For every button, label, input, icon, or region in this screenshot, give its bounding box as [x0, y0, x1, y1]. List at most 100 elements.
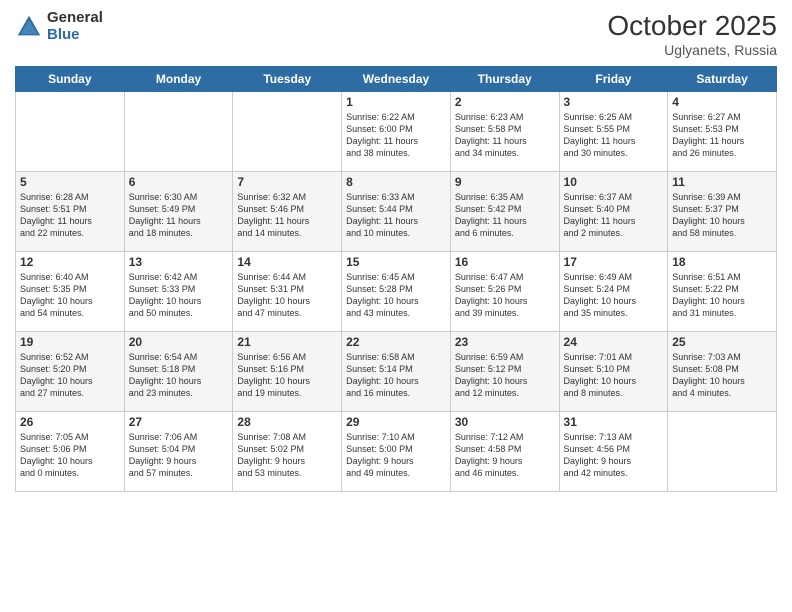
- day-info: Sunrise: 6:54 AM Sunset: 5:18 PM Dayligh…: [129, 351, 229, 400]
- day-info: Sunrise: 6:42 AM Sunset: 5:33 PM Dayligh…: [129, 271, 229, 320]
- day-number: 20: [129, 335, 229, 349]
- table-row: 27 Sunrise: 7:06 AM Sunset: 5:04 PM Dayli…: [124, 412, 233, 492]
- logo: General Blue: [15, 10, 103, 43]
- day-number: 27: [129, 415, 229, 429]
- table-row: [124, 92, 233, 172]
- table-row: 8 Sunrise: 6:33 AM Sunset: 5:44 PM Daylig…: [342, 172, 451, 252]
- day-info: Sunrise: 6:33 AM Sunset: 5:44 PM Dayligh…: [346, 191, 446, 240]
- day-number: 22: [346, 335, 446, 349]
- day-number: 10: [564, 175, 664, 189]
- table-row: 26Sunrise: 7:05 AM Sunset: 5:06 PM Dayli…: [16, 412, 125, 492]
- table-row: 21 Sunrise: 6:56 AM Sunset: 5:16 PM Dayli…: [233, 332, 342, 412]
- day-number: 8: [346, 175, 446, 189]
- logo-blue: Blue: [47, 27, 103, 44]
- day-number: 2: [455, 95, 555, 109]
- day-info: Sunrise: 6:37 AM Sunset: 5:40 PM Dayligh…: [564, 191, 664, 240]
- table-row: 5 Sunrise: 6:28 AM Sunset: 5:51 PM Daylig…: [16, 172, 125, 252]
- calendar-header-row: Sunday Monday Tuesday Wednesday Thursday…: [16, 67, 777, 92]
- table-row: 9Sunrise: 6:35 AM Sunset: 5:42 PM Daylig…: [450, 172, 559, 252]
- calendar-week-row: 19 Sunrise: 6:52 AM Sunset: 5:20 PM Dayli…: [16, 332, 777, 412]
- table-row: 10 Sunrise: 6:37 AM Sunset: 5:40 PM Dayli…: [559, 172, 668, 252]
- day-number: 30: [455, 415, 555, 429]
- logo-general: General: [47, 10, 103, 27]
- table-row: [233, 92, 342, 172]
- col-tuesday: Tuesday: [233, 67, 342, 92]
- table-row: 28Sunrise: 7:08 AM Sunset: 5:02 PM Dayli…: [233, 412, 342, 492]
- table-row: 1 Sunrise: 6:22 AM Sunset: 6:00 PM Daylig…: [342, 92, 451, 172]
- table-row: [16, 92, 125, 172]
- table-row: 7Sunrise: 6:32 AM Sunset: 5:46 PM Daylig…: [233, 172, 342, 252]
- day-info: Sunrise: 6:28 AM Sunset: 5:51 PM Dayligh…: [20, 191, 120, 240]
- logo-text: General Blue: [47, 10, 103, 43]
- calendar: Sunday Monday Tuesday Wednesday Thursday…: [15, 66, 777, 492]
- table-row: 30Sunrise: 7:12 AM Sunset: 4:58 PM Dayli…: [450, 412, 559, 492]
- day-number: 11: [672, 175, 772, 189]
- table-row: 25 Sunrise: 7:03 AM Sunset: 5:08 PM Dayli…: [668, 332, 777, 412]
- table-row: 6Sunrise: 6:30 AM Sunset: 5:49 PM Daylig…: [124, 172, 233, 252]
- day-info: Sunrise: 6:23 AM Sunset: 5:58 PM Dayligh…: [455, 111, 555, 160]
- table-row: 18 Sunrise: 6:51 AM Sunset: 5:22 PM Dayli…: [668, 252, 777, 332]
- col-thursday: Thursday: [450, 67, 559, 92]
- table-row: 29Sunrise: 7:10 AM Sunset: 5:00 PM Dayli…: [342, 412, 451, 492]
- day-info: Sunrise: 7:05 AM Sunset: 5:06 PM Dayligh…: [20, 431, 120, 480]
- day-number: 12: [20, 255, 120, 269]
- table-row: 2 Sunrise: 6:23 AM Sunset: 5:58 PM Daylig…: [450, 92, 559, 172]
- day-number: 7: [237, 175, 337, 189]
- calendar-week-row: 26Sunrise: 7:05 AM Sunset: 5:06 PM Dayli…: [16, 412, 777, 492]
- table-row: 14Sunrise: 6:44 AM Sunset: 5:31 PM Dayli…: [233, 252, 342, 332]
- header: General Blue October 2025 Uglyanets, Rus…: [15, 10, 777, 58]
- table-row: 12 Sunrise: 6:40 AM Sunset: 5:35 PM Dayli…: [16, 252, 125, 332]
- day-info: Sunrise: 6:47 AM Sunset: 5:26 PM Dayligh…: [455, 271, 555, 320]
- day-info: Sunrise: 6:59 AM Sunset: 5:12 PM Dayligh…: [455, 351, 555, 400]
- day-number: 18: [672, 255, 772, 269]
- day-number: 13: [129, 255, 229, 269]
- day-number: 23: [455, 335, 555, 349]
- day-number: 3: [564, 95, 664, 109]
- month-title: October 2025: [607, 10, 777, 42]
- day-number: 5: [20, 175, 120, 189]
- day-number: 19: [20, 335, 120, 349]
- day-number: 21: [237, 335, 337, 349]
- day-info: Sunrise: 6:56 AM Sunset: 5:16 PM Dayligh…: [237, 351, 337, 400]
- col-saturday: Saturday: [668, 67, 777, 92]
- table-row: 17Sunrise: 6:49 AM Sunset: 5:24 PM Dayli…: [559, 252, 668, 332]
- day-info: Sunrise: 7:03 AM Sunset: 5:08 PM Dayligh…: [672, 351, 772, 400]
- calendar-week-row: 12 Sunrise: 6:40 AM Sunset: 5:35 PM Dayli…: [16, 252, 777, 332]
- table-row: 11Sunrise: 6:39 AM Sunset: 5:37 PM Dayli…: [668, 172, 777, 252]
- table-row: 22Sunrise: 6:58 AM Sunset: 5:14 PM Dayli…: [342, 332, 451, 412]
- day-info: Sunrise: 6:35 AM Sunset: 5:42 PM Dayligh…: [455, 191, 555, 240]
- table-row: 20 Sunrise: 6:54 AM Sunset: 5:18 PM Dayli…: [124, 332, 233, 412]
- page-container: General Blue October 2025 Uglyanets, Rus…: [0, 0, 792, 612]
- table-row: 4Sunrise: 6:27 AM Sunset: 5:53 PM Daylig…: [668, 92, 777, 172]
- table-row: 31 Sunrise: 7:13 AM Sunset: 4:56 PM Dayli…: [559, 412, 668, 492]
- col-wednesday: Wednesday: [342, 67, 451, 92]
- location: Uglyanets, Russia: [607, 42, 777, 58]
- table-row: [668, 412, 777, 492]
- day-number: 29: [346, 415, 446, 429]
- day-info: Sunrise: 7:13 AM Sunset: 4:56 PM Dayligh…: [564, 431, 664, 480]
- day-info: Sunrise: 7:01 AM Sunset: 5:10 PM Dayligh…: [564, 351, 664, 400]
- table-row: 13 Sunrise: 6:42 AM Sunset: 5:33 PM Dayli…: [124, 252, 233, 332]
- day-info: Sunrise: 6:45 AM Sunset: 5:28 PM Dayligh…: [346, 271, 446, 320]
- day-number: 17: [564, 255, 664, 269]
- table-row: 15 Sunrise: 6:45 AM Sunset: 5:28 PM Dayli…: [342, 252, 451, 332]
- day-info: Sunrise: 6:40 AM Sunset: 5:35 PM Dayligh…: [20, 271, 120, 320]
- calendar-week-row: 1 Sunrise: 6:22 AM Sunset: 6:00 PM Daylig…: [16, 92, 777, 172]
- day-number: 25: [672, 335, 772, 349]
- day-number: 31: [564, 415, 664, 429]
- day-info: Sunrise: 6:22 AM Sunset: 6:00 PM Dayligh…: [346, 111, 446, 160]
- day-info: Sunrise: 7:06 AM Sunset: 5:04 PM Dayligh…: [129, 431, 229, 480]
- table-row: 19 Sunrise: 6:52 AM Sunset: 5:20 PM Dayli…: [16, 332, 125, 412]
- col-sunday: Sunday: [16, 67, 125, 92]
- day-info: Sunrise: 6:51 AM Sunset: 5:22 PM Dayligh…: [672, 271, 772, 320]
- day-number: 1: [346, 95, 446, 109]
- table-row: 16 Sunrise: 6:47 AM Sunset: 5:26 PM Dayli…: [450, 252, 559, 332]
- day-info: Sunrise: 6:52 AM Sunset: 5:20 PM Dayligh…: [20, 351, 120, 400]
- calendar-week-row: 5 Sunrise: 6:28 AM Sunset: 5:51 PM Daylig…: [16, 172, 777, 252]
- day-number: 4: [672, 95, 772, 109]
- table-row: 24Sunrise: 7:01 AM Sunset: 5:10 PM Dayli…: [559, 332, 668, 412]
- day-number: 15: [346, 255, 446, 269]
- col-friday: Friday: [559, 67, 668, 92]
- day-number: 16: [455, 255, 555, 269]
- day-info: Sunrise: 6:30 AM Sunset: 5:49 PM Dayligh…: [129, 191, 229, 240]
